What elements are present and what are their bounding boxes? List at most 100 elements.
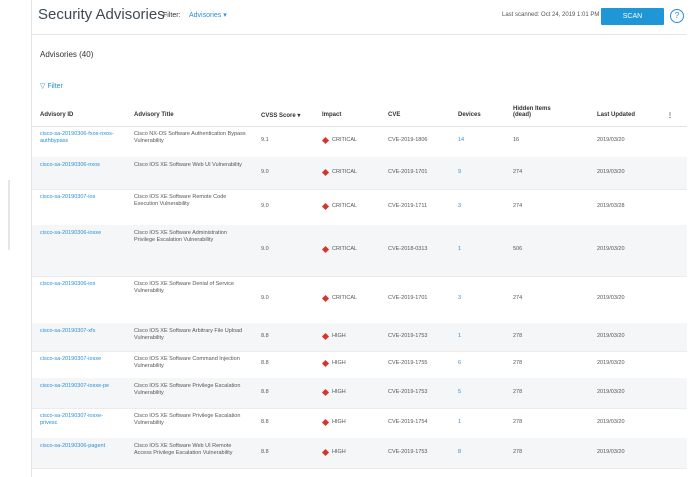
last-updated: 2019/03/20 — [597, 333, 625, 339]
cvss-score: 9.0 — [261, 169, 269, 175]
table-row: cisco-sa-20190306-iosxe Cisco IOS XE Soft… — [32, 225, 687, 277]
cvss-score: 8.8 — [261, 419, 269, 425]
last-updated: 2019/03/20 — [597, 389, 625, 395]
impact-label: CRITICAL — [332, 137, 358, 143]
advisory-id-link[interactable]: cisco-sa-20190307-ios — [40, 194, 115, 201]
advisory-title: Cisco IOS XE Software Web UI Vulnerabili… — [134, 162, 242, 168]
cve-id: CVE-2019-1711 — [388, 203, 428, 209]
hidden-items-count: 278 — [513, 419, 523, 425]
column-menu-icon[interactable]: ⋮ — [667, 112, 673, 119]
cve-id: CVE-2019-1701 — [388, 169, 428, 175]
hidden-items-count: 274 — [513, 203, 523, 209]
help-icon[interactable]: ? — [670, 9, 684, 23]
left-gutter — [0, 0, 30, 477]
cve-id: CVE-2019-1806 — [388, 137, 428, 143]
table-row: cisco-sa-20190307-ios Cisco IOS XE Softwa… — [32, 189, 687, 226]
security-advisories-panel: Security Advisories Filter: Advisories ▾… — [31, 0, 687, 477]
impact-label: CRITICAL — [332, 203, 358, 209]
cve-id: CVE-2019-1701 — [388, 295, 428, 301]
devices-count-link[interactable]: 6 — [458, 360, 488, 367]
impact-label: CRITICAL — [332, 295, 358, 301]
hidden-items-count: 16 — [513, 137, 520, 143]
column-header[interactable]: CVE — [388, 112, 400, 118]
advisory-title: Cisco IOS XE Software Web UI Remote Acce… — [134, 443, 233, 456]
devices-count-link[interactable]: 5 — [458, 389, 488, 396]
cve-id: CVE-2019-1753 — [388, 449, 428, 455]
cvss-score: 8.8 — [261, 333, 269, 339]
advisory-id-link[interactable]: cisco-sa-20190306-ios — [40, 281, 115, 288]
column-header[interactable]: Last Updated — [597, 112, 635, 118]
column-header[interactable]: Devices — [458, 112, 481, 118]
table-row: cisco-sa-20190306-ios Cisco IOS XE Softwa… — [32, 276, 687, 324]
impact-severity-icon — [321, 168, 330, 177]
cve-id: CVE-2018-0313 — [388, 246, 428, 252]
advisory-title: Cisco IOS XE Software Privilege Escalati… — [134, 383, 241, 396]
impact-label: CRITICAL — [332, 169, 358, 175]
hidden-items-count: 278 — [513, 360, 523, 366]
advisory-title: Cisco NX-OS Software Authentication Bypa… — [134, 131, 246, 144]
column-header[interactable]: Impact — [322, 112, 341, 118]
column-header[interactable]: Advisory Title — [134, 112, 174, 118]
advisory-id-link[interactable]: cisco-sa-20190307-iosxe — [40, 356, 115, 363]
advisory-id-link[interactable]: cisco-sa-20190307-xfs — [40, 328, 115, 335]
impact-severity-icon — [321, 245, 330, 254]
cvss-score: 8.8 — [261, 360, 269, 366]
impact-label: HIGH — [332, 389, 346, 395]
advisory-title: Cisco IOS XE Software Command Injection … — [134, 356, 240, 369]
devices-count-link[interactable]: 1 — [458, 419, 488, 426]
table-row: cisco-sa-20190307-iosxe-pe Cisco IOS XE S… — [32, 378, 687, 409]
impact-severity-icon — [321, 294, 330, 303]
hidden-items-count: 274 — [513, 295, 523, 301]
devices-count-link[interactable]: 9 — [458, 169, 488, 176]
table-header: Advisory ID Advisory Title CVSS Score ▾ … — [32, 104, 687, 127]
devices-count-link[interactable]: 1 — [458, 333, 488, 340]
table-row: cisco-sa-20190306-nxos Cisco IOS XE Softw… — [32, 157, 687, 190]
advisory-id-link[interactable]: cisco-sa-20190306-pagent — [40, 443, 115, 450]
devices-count-link[interactable]: 3 — [458, 295, 488, 302]
last-updated: 2019/03/20 — [597, 295, 625, 301]
devices-count-link[interactable]: 8 — [458, 449, 488, 456]
advisory-title: Cisco IOS XE Software Arbitrary File Upl… — [134, 328, 243, 341]
cve-id: CVE-2019-1753 — [388, 389, 428, 395]
table-row: cisco-sa-20190307-xfs Cisco IOS XE Softwa… — [32, 323, 687, 352]
cvss-score: 8.8 — [261, 449, 269, 455]
impact-label: HIGH — [332, 449, 346, 455]
advisory-id-link[interactable]: cisco-sa-20190307-iosxe-privesc — [40, 413, 115, 427]
cve-id: CVE-2019-1755 — [388, 360, 428, 366]
column-header[interactable]: Hidden Items (dead) — [513, 106, 553, 118]
filter-dropdown[interactable]: Advisories ▾ — [189, 11, 227, 19]
filter-link[interactable]: ▽ Filter — [40, 82, 63, 90]
last-updated: 2019/03/20 — [597, 137, 625, 143]
hidden-items-count: 278 — [513, 449, 523, 455]
impact-severity-icon — [321, 418, 330, 427]
impact-severity-icon — [321, 359, 330, 368]
last-updated: 2019/03/20 — [597, 419, 625, 425]
cvss-score: 9.0 — [261, 295, 269, 301]
last-updated: 2019/03/20 — [597, 449, 625, 455]
impact-severity-icon — [321, 388, 330, 397]
cvss-score: 9.0 — [261, 246, 269, 252]
column-header[interactable]: CVSS Score ▾ — [261, 112, 300, 119]
column-header[interactable]: Advisory ID — [40, 112, 73, 118]
advisory-id-link[interactable]: cisco-sa-20190306-iosxe — [40, 230, 115, 237]
impact-label: HIGH — [332, 333, 346, 339]
advisory-title: Cisco IOS XE Software Remote Code Execut… — [134, 194, 227, 207]
devices-count-link[interactable]: 1 — [458, 246, 488, 253]
hidden-items-count: 274 — [513, 169, 523, 175]
advisory-id-link[interactable]: cisco-sa-20190306-fxos-nxos-authbypass — [40, 131, 115, 145]
impact-severity-icon — [321, 202, 330, 211]
devices-count-link[interactable]: 14 — [458, 137, 488, 144]
devices-count-link[interactable]: 3 — [458, 203, 488, 210]
hidden-items-count: 278 — [513, 333, 523, 339]
scan-button[interactable]: SCAN — [601, 8, 664, 25]
cve-id: CVE-2019-1754 — [388, 419, 428, 425]
table-row: cisco-sa-20190307-iosxe-privesc Cisco IOS… — [32, 408, 687, 439]
advisory-id-link[interactable]: cisco-sa-20190307-iosxe-pe — [40, 383, 115, 390]
table-row: cisco-sa-20190306-fxos-nxos-authbypass Ci… — [32, 126, 687, 158]
last-scanned-text: Last scanned: Oct 24, 2019 1:01 PM — [502, 12, 600, 18]
cve-id: CVE-2019-1753 — [388, 333, 428, 339]
last-updated: 2019/03/20 — [597, 360, 625, 366]
impact-severity-icon — [321, 332, 330, 341]
advisory-id-link[interactable]: cisco-sa-20190306-nxos — [40, 162, 115, 169]
cvss-score: 9.0 — [261, 203, 269, 209]
